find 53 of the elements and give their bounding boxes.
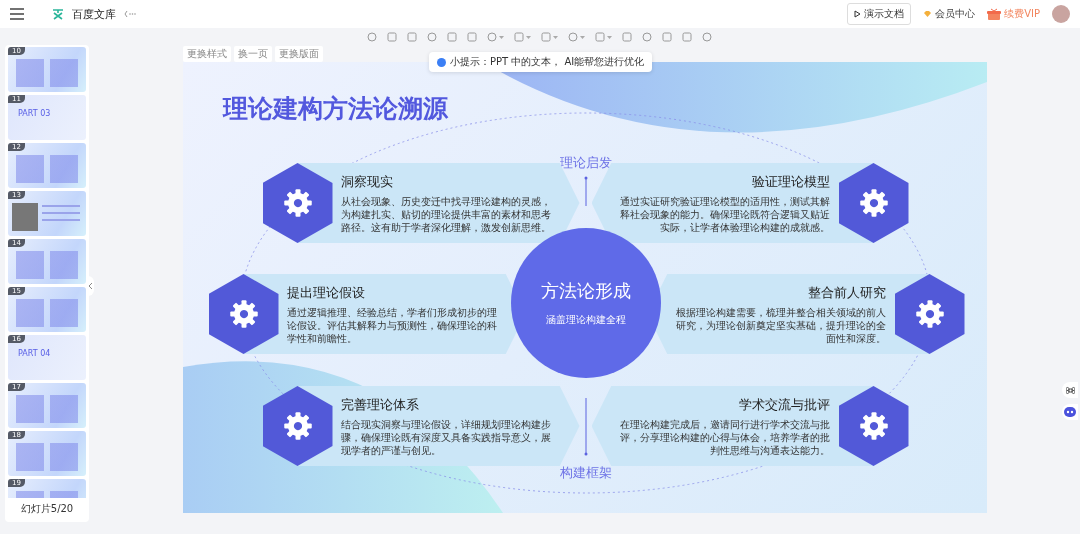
content-blocks-drawing — [16, 59, 80, 87]
menu-icon[interactable] — [10, 8, 24, 20]
connector-line — [584, 397, 587, 456]
connector-line — [584, 176, 587, 207]
app-title: 百度文库 — [72, 6, 116, 22]
part-heading: PART 03 — [18, 109, 51, 118]
center-title: 方法论形成 — [540, 279, 631, 303]
content-blocks-drawing — [16, 443, 80, 471]
gear-icon — [282, 411, 313, 441]
present-button[interactable]: 演示文档 — [847, 3, 912, 25]
axis-label: 理论启发 — [558, 154, 613, 172]
slide-action-button[interactable]: 换一页 — [233, 46, 272, 62]
content-blocks-drawing — [16, 155, 80, 183]
photo-placeholder — [12, 203, 38, 231]
content-blocks-drawing — [16, 299, 80, 327]
user-avatar[interactable] — [1052, 5, 1070, 23]
step-description: 通过逻辑推理、经验总结，学者们形成初步的理论假设。评估其解释力与预测性，确保理论的科学性和前瞻性。 — [286, 305, 498, 345]
collapse-icon[interactable] — [124, 10, 136, 18]
step-description: 通过实证研究验证理论模型的适用性，测试其解释社会现象的能力。确保理论既符合逻辑又贴近实际，让学者体验理论构建的成就感。 — [618, 194, 830, 234]
slide-counter: 幻灯片5/20 — [20, 502, 74, 516]
step-description: 结合现实洞察与理论假设，详细规划理论构建步骤，确保理论既有深度又具备实践指导意义，展现学者的严谨与创见。 — [340, 417, 552, 457]
content-blocks-drawing — [16, 395, 80, 423]
part-heading: PART 04 — [18, 349, 51, 358]
collapse-handle[interactable] — [86, 276, 94, 296]
step-title: 整合前人研究 — [807, 283, 886, 302]
step-title: 提出理论假设 — [286, 283, 366, 302]
step-description: 在理论构建完成后，邀请同行进行学术交流与批评，分享理论构建的心得与体会，培养学者的批判性思维与沟通表达能力。 — [618, 417, 830, 457]
robot-icon[interactable] — [1062, 404, 1078, 420]
book-logo-icon — [52, 8, 64, 20]
ai-icon — [437, 57, 446, 67]
gear-icon — [228, 299, 259, 329]
gear-icon — [914, 299, 945, 329]
step-description: 根据理论构建需要，梳理并整合相关领域的前人研究，为理论创新奠定坚实基础，提升理论的全面性和深度。 — [674, 305, 886, 345]
step-title: 完善理论体系 — [340, 395, 420, 414]
content-blocks-drawing — [16, 251, 80, 279]
play-icon — [854, 10, 862, 18]
gear-icon — [858, 188, 889, 218]
axis-label: 构建框架 — [558, 464, 613, 482]
gear-icon — [858, 411, 889, 441]
diamond-icon — [923, 10, 933, 18]
slide-action-button[interactable]: 更换样式 — [182, 46, 231, 62]
step-title: 学术交流与批评 — [738, 395, 830, 414]
member-center-link[interactable]: 会员中心 — [923, 7, 976, 21]
step-description: 从社会现象、历史变迁中找寻理论建构的灵感，为构建扎实、贴切的理论提供丰富的素材和思考路径。这有助于学者深化理解，激发创新思维。 — [340, 194, 552, 234]
slide-action-button[interactable]: 更换版面 — [274, 46, 323, 62]
tip-text: 小提示：PPT 中的文本， AI能帮您进行优化 — [450, 55, 645, 69]
command-icon[interactable] — [1062, 382, 1078, 398]
gift-icon — [987, 7, 1002, 21]
slide-title: 理论建构方法论溯源 — [222, 93, 448, 125]
center-subtitle: 涵盖理论构建全程 — [545, 313, 626, 327]
gear-icon — [282, 188, 313, 218]
step-title: 洞察现实 — [340, 172, 394, 191]
step-title: 验证理论模型 — [751, 172, 830, 191]
